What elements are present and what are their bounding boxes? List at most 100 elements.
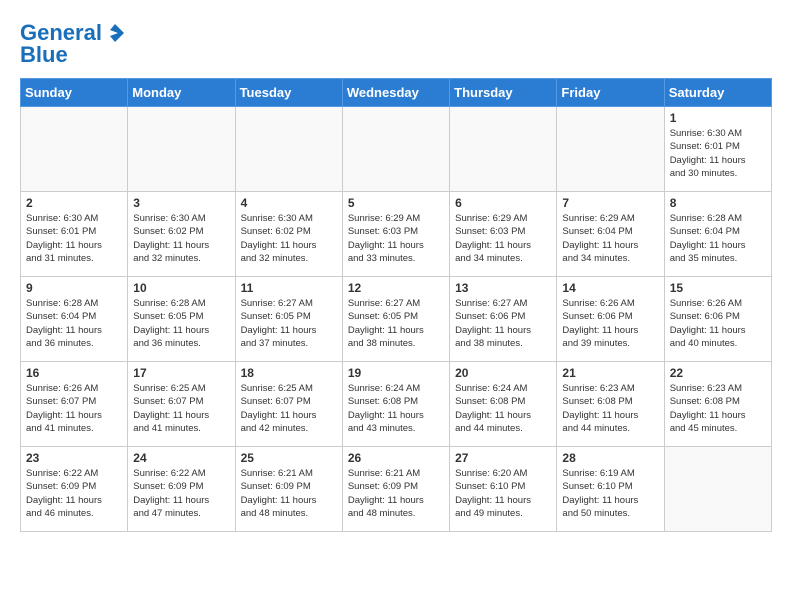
calendar-cell: [450, 107, 557, 192]
day-number: 19: [348, 366, 444, 380]
day-number: 16: [26, 366, 122, 380]
calendar-cell: 16 Sunrise: 6:26 AM Sunset: 6:07 PM Dayli…: [21, 362, 128, 447]
day-number: 2: [26, 196, 122, 210]
day-number: 3: [133, 196, 229, 210]
day-number: 21: [562, 366, 658, 380]
logo: General Blue: [20, 20, 126, 68]
day-number: 1: [670, 111, 766, 125]
logo-bird-icon: [104, 22, 126, 44]
day-info: Sunrise: 6:24 AM Sunset: 6:08 PM Dayligh…: [348, 382, 444, 435]
calendar-cell: 27 Sunrise: 6:20 AM Sunset: 6:10 PM Dayli…: [450, 447, 557, 532]
day-info: Sunrise: 6:26 AM Sunset: 6:06 PM Dayligh…: [670, 297, 766, 350]
calendar-cell: 5 Sunrise: 6:29 AM Sunset: 6:03 PM Daylig…: [342, 192, 449, 277]
day-number: 6: [455, 196, 551, 210]
calendar-cell: 12Sunrise: 6:27 AM Sunset: 6:05 PM Dayli…: [342, 277, 449, 362]
day-info: Sunrise: 6:28 AM Sunset: 6:04 PM Dayligh…: [26, 297, 122, 350]
calendar-cell: [21, 107, 128, 192]
day-of-week-sunday: Sunday: [21, 79, 128, 107]
day-info: Sunrise: 6:21 AM Sunset: 6:09 PM Dayligh…: [241, 467, 337, 520]
day-info: Sunrise: 6:30 AM Sunset: 6:01 PM Dayligh…: [670, 127, 766, 180]
day-number: 18: [241, 366, 337, 380]
day-info: Sunrise: 6:19 AM Sunset: 6:10 PM Dayligh…: [562, 467, 658, 520]
calendar-cell: [128, 107, 235, 192]
calendar-cell: 4 Sunrise: 6:30 AM Sunset: 6:02 PM Daylig…: [235, 192, 342, 277]
calendar-cell: 24 Sunrise: 6:22 AM Sunset: 6:09 PM Dayli…: [128, 447, 235, 532]
day-info: Sunrise: 6:27 AM Sunset: 6:06 PM Dayligh…: [455, 297, 551, 350]
day-number: 17: [133, 366, 229, 380]
calendar-cell: [557, 107, 664, 192]
day-number: 20: [455, 366, 551, 380]
day-info: Sunrise: 6:26 AM Sunset: 6:07 PM Dayligh…: [26, 382, 122, 435]
calendar-cell: 23 Sunrise: 6:22 AM Sunset: 6:09 PM Dayli…: [21, 447, 128, 532]
calendar-cell: 18 Sunrise: 6:25 AM Sunset: 6:07 PM Dayli…: [235, 362, 342, 447]
day-number: 28: [562, 451, 658, 465]
calendar-cell: 25 Sunrise: 6:21 AM Sunset: 6:09 PM Dayli…: [235, 447, 342, 532]
day-number: 12: [348, 281, 444, 295]
day-info: Sunrise: 6:29 AM Sunset: 6:04 PM Dayligh…: [562, 212, 658, 265]
day-of-week-saturday: Saturday: [664, 79, 771, 107]
day-info: Sunrise: 6:29 AM Sunset: 6:03 PM Dayligh…: [455, 212, 551, 265]
day-info: Sunrise: 6:28 AM Sunset: 6:05 PM Dayligh…: [133, 297, 229, 350]
day-of-week-friday: Friday: [557, 79, 664, 107]
calendar-cell: [664, 447, 771, 532]
calendar-cell: 21 Sunrise: 6:23 AM Sunset: 6:08 PM Dayli…: [557, 362, 664, 447]
day-info: Sunrise: 6:30 AM Sunset: 6:02 PM Dayligh…: [133, 212, 229, 265]
day-number: 10: [133, 281, 229, 295]
day-info: Sunrise: 6:25 AM Sunset: 6:07 PM Dayligh…: [133, 382, 229, 435]
calendar-cell: 9 Sunrise: 6:28 AM Sunset: 6:04 PM Daylig…: [21, 277, 128, 362]
day-number: 26: [348, 451, 444, 465]
day-number: 27: [455, 451, 551, 465]
day-number: 14: [562, 281, 658, 295]
day-number: 25: [241, 451, 337, 465]
day-number: 4: [241, 196, 337, 210]
day-number: 8: [670, 196, 766, 210]
day-number: 23: [26, 451, 122, 465]
day-info: Sunrise: 6:22 AM Sunset: 6:09 PM Dayligh…: [26, 467, 122, 520]
calendar-table: SundayMondayTuesdayWednesdayThursdayFrid…: [20, 78, 772, 532]
calendar-cell: 19 Sunrise: 6:24 AM Sunset: 6:08 PM Dayli…: [342, 362, 449, 447]
calendar-cell: 20 Sunrise: 6:24 AM Sunset: 6:08 PM Dayli…: [450, 362, 557, 447]
day-number: 9: [26, 281, 122, 295]
day-info: Sunrise: 6:27 AM Sunset: 6:05 PM Dayligh…: [241, 297, 337, 350]
day-of-week-monday: Monday: [128, 79, 235, 107]
calendar-cell: 26 Sunrise: 6:21 AM Sunset: 6:09 PM Dayli…: [342, 447, 449, 532]
calendar-cell: 22 Sunrise: 6:23 AM Sunset: 6:08 PM Dayli…: [664, 362, 771, 447]
day-info: Sunrise: 6:29 AM Sunset: 6:03 PM Dayligh…: [348, 212, 444, 265]
day-info: Sunrise: 6:30 AM Sunset: 6:02 PM Dayligh…: [241, 212, 337, 265]
calendar-cell: 6 Sunrise: 6:29 AM Sunset: 6:03 PM Daylig…: [450, 192, 557, 277]
day-number: 24: [133, 451, 229, 465]
calendar-cell: 8 Sunrise: 6:28 AM Sunset: 6:04 PM Daylig…: [664, 192, 771, 277]
day-number: 7: [562, 196, 658, 210]
calendar-cell: 10 Sunrise: 6:28 AM Sunset: 6:05 PM Dayli…: [128, 277, 235, 362]
day-info: Sunrise: 6:23 AM Sunset: 6:08 PM Dayligh…: [670, 382, 766, 435]
day-info: Sunrise: 6:20 AM Sunset: 6:10 PM Dayligh…: [455, 467, 551, 520]
calendar-cell: 7 Sunrise: 6:29 AM Sunset: 6:04 PM Daylig…: [557, 192, 664, 277]
day-info: Sunrise: 6:22 AM Sunset: 6:09 PM Dayligh…: [133, 467, 229, 520]
day-info: Sunrise: 6:30 AM Sunset: 6:01 PM Dayligh…: [26, 212, 122, 265]
day-info: Sunrise: 6:24 AM Sunset: 6:08 PM Dayligh…: [455, 382, 551, 435]
calendar-cell: [342, 107, 449, 192]
calendar-cell: 15 Sunrise: 6:26 AM Sunset: 6:06 PM Dayli…: [664, 277, 771, 362]
calendar-cell: 3 Sunrise: 6:30 AM Sunset: 6:02 PM Daylig…: [128, 192, 235, 277]
day-info: Sunrise: 6:23 AM Sunset: 6:08 PM Dayligh…: [562, 382, 658, 435]
calendar-cell: [235, 107, 342, 192]
calendar-cell: 28 Sunrise: 6:19 AM Sunset: 6:10 PM Dayli…: [557, 447, 664, 532]
day-of-week-wednesday: Wednesday: [342, 79, 449, 107]
calendar-cell: 17 Sunrise: 6:25 AM Sunset: 6:07 PM Dayli…: [128, 362, 235, 447]
calendar-cell: 1 Sunrise: 6:30 AM Sunset: 6:01 PM Daylig…: [664, 107, 771, 192]
day-info: Sunrise: 6:26 AM Sunset: 6:06 PM Dayligh…: [562, 297, 658, 350]
day-of-week-tuesday: Tuesday: [235, 79, 342, 107]
day-number: 11: [241, 281, 337, 295]
day-info: Sunrise: 6:28 AM Sunset: 6:04 PM Dayligh…: [670, 212, 766, 265]
calendar-cell: 2 Sunrise: 6:30 AM Sunset: 6:01 PM Daylig…: [21, 192, 128, 277]
calendar-cell: 13 Sunrise: 6:27 AM Sunset: 6:06 PM Dayli…: [450, 277, 557, 362]
calendar-cell: 14 Sunrise: 6:26 AM Sunset: 6:06 PM Dayli…: [557, 277, 664, 362]
page-header: General Blue: [20, 20, 772, 68]
day-number: 22: [670, 366, 766, 380]
day-info: Sunrise: 6:21 AM Sunset: 6:09 PM Dayligh…: [348, 467, 444, 520]
day-number: 15: [670, 281, 766, 295]
day-number: 13: [455, 281, 551, 295]
calendar-cell: 11 Sunrise: 6:27 AM Sunset: 6:05 PM Dayli…: [235, 277, 342, 362]
day-info: Sunrise: 6:25 AM Sunset: 6:07 PM Dayligh…: [241, 382, 337, 435]
day-number: 5: [348, 196, 444, 210]
